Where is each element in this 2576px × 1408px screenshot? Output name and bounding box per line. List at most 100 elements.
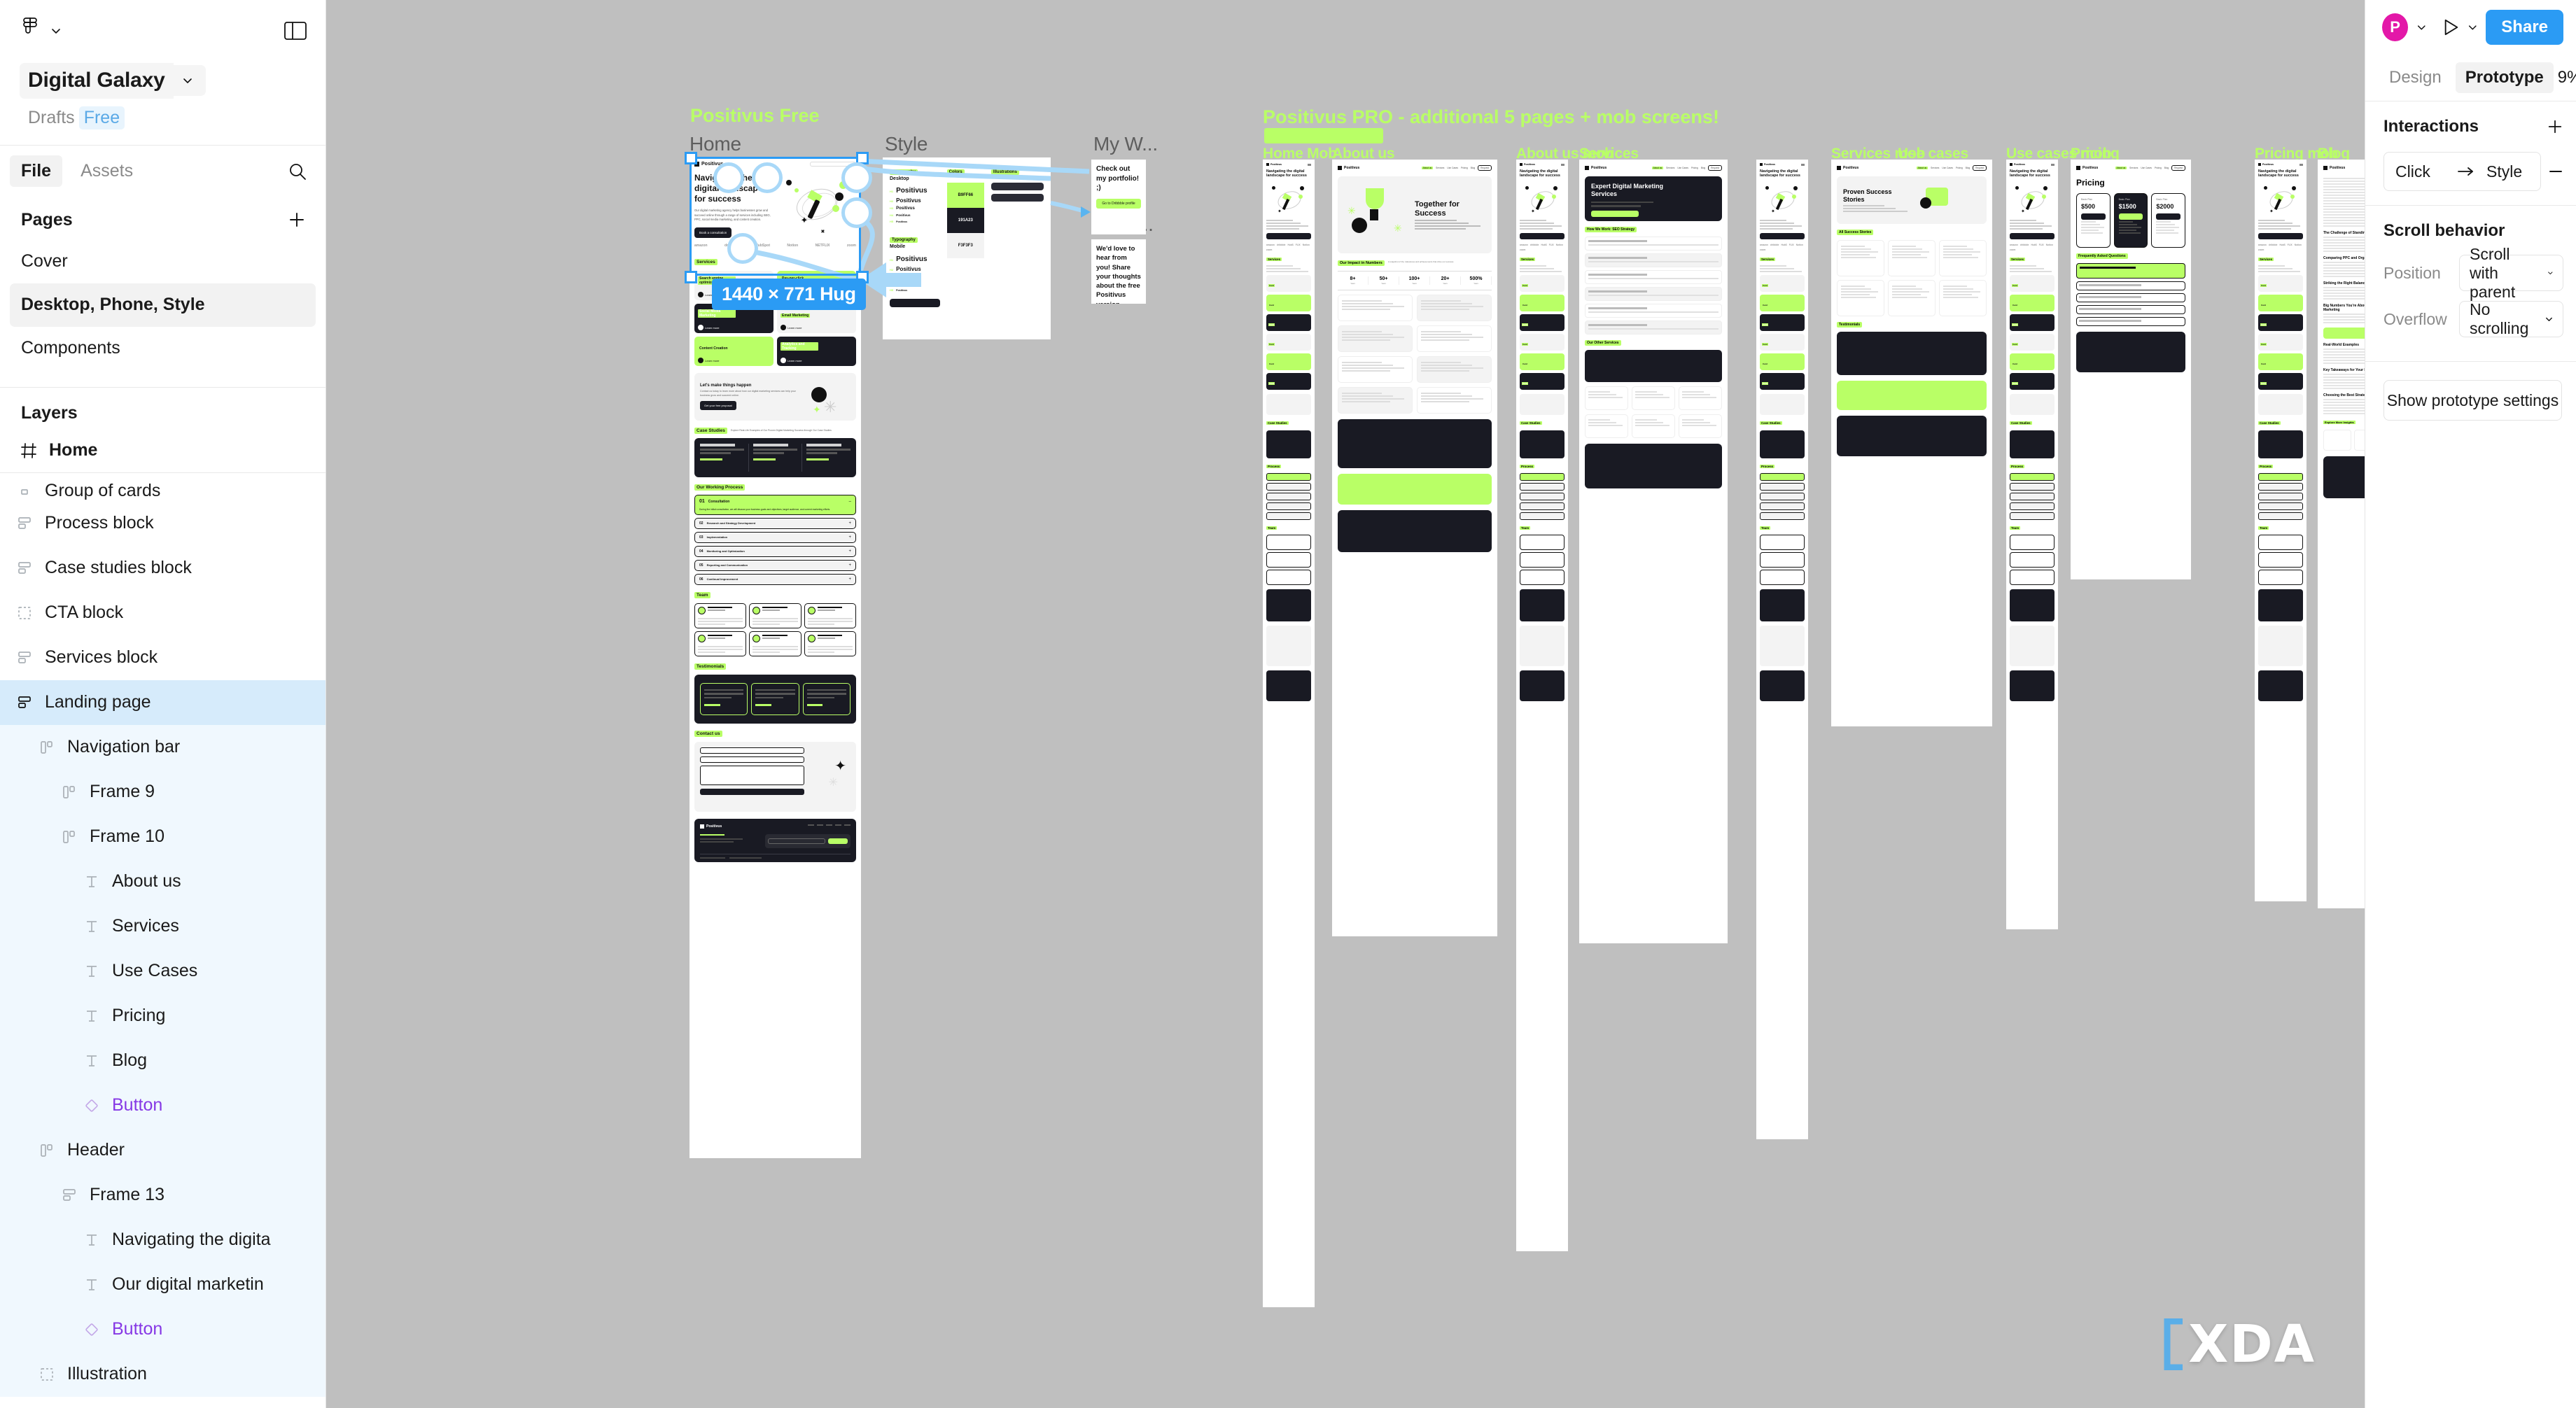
frame-services-3[interactable]: Positivus About us Services Use Cases Pricin…	[1579, 160, 1728, 943]
layer-root-home[interactable]: Home	[0, 429, 326, 472]
note-button[interactable]: Go to Dribbble profile	[1096, 198, 1141, 209]
layer-row[interactable]: Blog	[0, 1038, 326, 1083]
frame-usecases-5[interactable]: Positivus About us Services Use Cases Pricin…	[1831, 160, 1992, 726]
file-name[interactable]: Digital Galaxy	[20, 63, 174, 99]
prototype-hotspot-node[interactable]	[841, 197, 872, 228]
prototype-hotspot-node[interactable]	[752, 162, 783, 193]
layer-row[interactable]: Landing page	[0, 680, 326, 725]
layer-label: Group of cards	[45, 480, 161, 500]
layer-row[interactable]: Frame 9	[0, 769, 326, 815]
layer-row[interactable]: Our digital marketin	[0, 1262, 326, 1307]
pages-header: Pages	[0, 197, 326, 239]
frame-label-home[interactable]: Home	[690, 133, 741, 155]
chevron-down-icon[interactable]	[2415, 20, 2428, 34]
layer-row[interactable]: Illustration	[0, 1351, 326, 1397]
layer-row[interactable]: Header	[0, 1127, 326, 1173]
layer-row[interactable]: Group of cards	[0, 473, 326, 501]
layer-row[interactable]: Pricing	[0, 993, 326, 1039]
tab-prototype[interactable]: Prototype	[2455, 62, 2554, 93]
prototype-hotspot-node[interactable]	[727, 233, 758, 264]
prototype-hotspot-node[interactable]	[841, 162, 872, 193]
pages-title: Pages	[21, 209, 73, 230]
avatar[interactable]: P	[2382, 13, 2409, 41]
frame-mob-4[interactable]: Positivus Navigating the digital landscap…	[1756, 160, 1808, 1139]
layer-row[interactable]: Navigation bar	[0, 724, 326, 770]
layer-root-label: Home	[49, 440, 98, 460]
layer-row[interactable]: Frame 13	[0, 1172, 326, 1218]
frame-blog-9[interactable]: PositivusAbout usServicesUse CasesPricin…	[2318, 160, 2365, 908]
layer-row[interactable]: Navigating the digita	[0, 1217, 326, 1262]
layer-label: Navigating the digita	[112, 1230, 271, 1249]
toggle-left-panel-icon[interactable]	[284, 20, 307, 41]
breadcrumb-drafts[interactable]: Drafts	[28, 108, 75, 128]
interaction-pill[interactable]: Click Style	[2384, 152, 2541, 191]
frame-mob-6[interactable]: Positivus Navigating the digital landscap…	[2006, 160, 2058, 929]
frame-pricing-7[interactable]: Positivus About us Services Use Cases Pricin…	[2071, 160, 2191, 579]
figma-menu-button[interactable]	[21, 17, 63, 44]
layer-row[interactable]: CTA block	[0, 591, 326, 635]
share-button[interactable]: Share	[2486, 10, 2563, 45]
layer-row[interactable]: About us	[0, 859, 326, 904]
overflow-label: Overflow	[2384, 309, 2447, 328]
zoom-level[interactable]: 9%	[2558, 68, 2576, 87]
xda-watermark: XDA	[2162, 1314, 2316, 1374]
resize-handle-tl[interactable]	[685, 152, 697, 164]
position-label: Position	[2384, 263, 2441, 282]
design-prototype-tabs: Design Prototype 9%	[2365, 55, 2576, 101]
layers-tree[interactable]: Group of cards Process block Case studies …	[0, 473, 326, 1408]
play-icon[interactable]	[2442, 17, 2459, 37]
frame-mob-8[interactable]: Positivus Navigating the digital landscap…	[2255, 160, 2306, 901]
layer-label: CTA block	[45, 603, 124, 622]
show-prototype-settings-button[interactable]: Show prototype settings	[2384, 380, 2562, 421]
layer-row[interactable]: Services	[0, 903, 326, 949]
tab-assets[interactable]: Assets	[69, 155, 144, 187]
frame-label-style[interactable]: Style	[885, 133, 927, 155]
layers-title: Layers	[21, 402, 78, 423]
layer-row[interactable]: Process block	[0, 501, 326, 546]
plus-icon[interactable]	[2547, 118, 2563, 135]
layer-row[interactable]: Case studies block	[0, 546, 326, 591]
layer-row[interactable]: Frame 10	[0, 814, 326, 859]
design-canvas[interactable]: Positivus Free Positivus PRO - additiona…	[326, 0, 2365, 1408]
position-select[interactable]: Scroll with parent	[2459, 245, 2563, 301]
plus-icon[interactable]	[288, 211, 306, 229]
figma-app-window: Digital Galaxy Drafts Free File Assets P…	[0, 0, 2576, 1408]
page-item-components[interactable]: Components	[10, 327, 316, 370]
tab-file[interactable]: File	[10, 155, 63, 187]
frame-feedback[interactable]: We'd love to hear from you! Share your t…	[1091, 239, 1146, 304]
text-icon	[83, 1231, 101, 1249]
autolayout-h-icon	[38, 738, 56, 756]
chevron-down-icon	[2548, 272, 2553, 275]
interactions-section: Interactions Click Style	[2365, 101, 2576, 205]
layer-row[interactable]: Button	[0, 1083, 326, 1128]
chevron-down-icon	[2546, 317, 2552, 321]
search-icon[interactable]	[288, 162, 307, 181]
figma-logo-icon	[23, 17, 37, 34]
frame-style[interactable]: Typography Desktop H1 Positivus H2 Positivu…	[883, 157, 1051, 339]
minus-icon[interactable]	[2548, 164, 2563, 179]
text-icon	[83, 1276, 101, 1294]
plan-badge[interactable]: Free	[78, 106, 125, 129]
frame-label-my-work[interactable]: My W...	[1093, 133, 1158, 155]
file-menu-caret-button[interactable]	[173, 65, 206, 97]
layer-row[interactable]: Button	[0, 1307, 326, 1352]
overflow-select[interactable]: No scrolling	[2459, 300, 2563, 337]
resize-handle-bl[interactable]	[685, 271, 697, 283]
text-icon	[83, 1007, 101, 1025]
frame-my-work[interactable]: Check out my portfolio! ;) Go to Dribbbl…	[1091, 160, 1146, 234]
autolayout-h-icon	[60, 828, 78, 846]
chevron-down-icon[interactable]	[2466, 20, 2479, 34]
tab-design[interactable]: Design	[2379, 62, 2451, 93]
frame-about-1[interactable]: Positivus About us Services Use Cases Pricin…	[1332, 160, 1497, 936]
divider	[2365, 361, 2576, 362]
layer-row[interactable]: Use Cases	[0, 948, 326, 994]
frame-mob-0[interactable]: Positivus Navigating the digital landscap…	[1263, 160, 1315, 1307]
page-item-desktop-phone-style[interactable]: Desktop, Phone, Style	[10, 283, 316, 327]
text-icon	[83, 873, 101, 891]
layer-row[interactable]: Services block	[0, 635, 326, 680]
frame-hash-icon	[21, 442, 36, 458]
page-item-cover[interactable]: Cover	[10, 240, 316, 283]
prototype-hotspot-node[interactable]	[713, 162, 744, 193]
layers-header: Layers	[0, 388, 326, 429]
frame-mob-2[interactable]: Positivus Navigating the digital landscap…	[1516, 160, 1568, 1251]
